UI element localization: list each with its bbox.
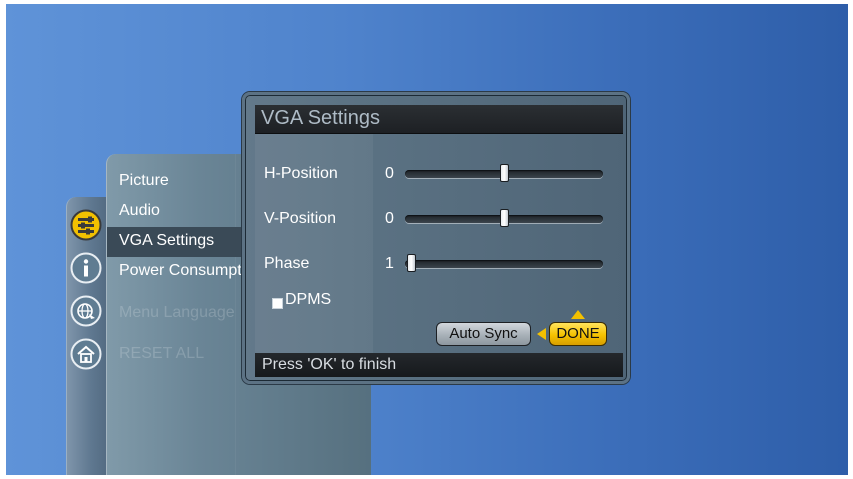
- done-button[interactable]: DONE: [549, 322, 607, 346]
- v-position-slider-thumb[interactable]: [500, 209, 509, 227]
- menu-icon-strip: [66, 197, 107, 475]
- dpms-checkbox[interactable]: [272, 298, 283, 309]
- menu-item-power-consumption[interactable]: Power Consumption: [119, 262, 259, 280]
- phase-slider[interactable]: [405, 254, 603, 272]
- menu-item-picture[interactable]: Picture: [119, 172, 169, 190]
- menu-item-vga-settings[interactable]: VGA Settings: [119, 232, 214, 250]
- vga-settings-dialog: VGA Settings H-Position 0 V-Position 0 P…: [242, 92, 630, 384]
- menu-item-reset-all[interactable]: RESET ALL: [119, 345, 204, 363]
- menu-item-audio[interactable]: Audio: [119, 202, 160, 220]
- h-position-label: H-Position: [264, 165, 338, 182]
- dpms-label: DPMS: [285, 291, 332, 308]
- dialog-status-bar: Press 'OK' to finish: [255, 353, 623, 377]
- v-position-value: 0: [385, 210, 394, 227]
- dialog-title: VGA Settings: [261, 107, 380, 129]
- auto-sync-button[interactable]: Auto Sync: [436, 322, 531, 346]
- h-position-slider[interactable]: [405, 164, 603, 182]
- dialog-status-text: Press 'OK' to finish: [262, 356, 397, 373]
- dialog-title-bar: VGA Settings: [255, 105, 623, 134]
- h-position-value: 0: [385, 165, 394, 182]
- info-icon[interactable]: [70, 252, 102, 284]
- tv-screen: Picture Audio VGA Settings Power Consump…: [6, 4, 848, 475]
- up-arrow-icon: [571, 310, 585, 319]
- menu-divider: [235, 154, 236, 475]
- settings-sliders-icon[interactable]: [70, 209, 102, 241]
- phase-label: Phase: [264, 255, 310, 272]
- v-position-slider[interactable]: [405, 209, 603, 227]
- home-icon[interactable]: [70, 338, 102, 370]
- phase-slider-thumb[interactable]: [407, 254, 416, 272]
- phase-value: 1: [385, 255, 394, 272]
- globe-icon[interactable]: [70, 295, 102, 327]
- left-arrow-icon: [537, 328, 546, 340]
- menu-item-menu-language[interactable]: Menu Language: [119, 304, 235, 322]
- h-position-slider-thumb[interactable]: [500, 164, 509, 182]
- v-position-label: V-Position: [264, 210, 337, 227]
